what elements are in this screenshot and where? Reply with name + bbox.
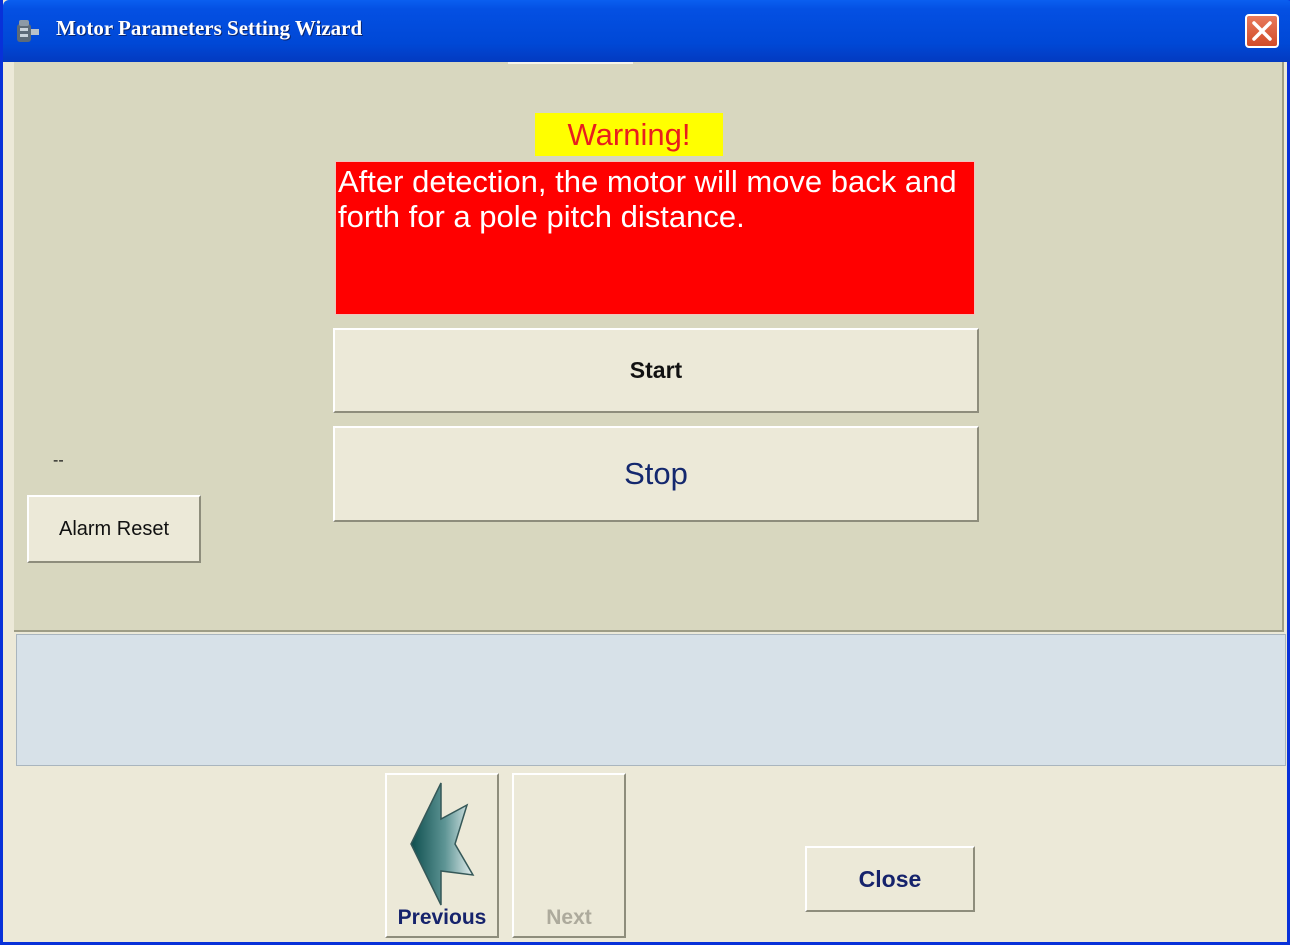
motor-app-icon [17,20,39,42]
next-button[interactable]: Next [512,773,626,938]
previous-label: Previous [397,906,487,929]
previous-button[interactable]: Previous [385,773,499,938]
close-button[interactable]: Close [805,846,975,912]
close-x-icon[interactable] [1245,14,1279,48]
title-bar[interactable]: Motor Parameters Setting Wizard [3,0,1290,62]
warning-title: Warning! [535,113,723,156]
start-button[interactable]: Start [333,328,979,413]
wizard-window: Motor Parameters Setting Wizard Warning!… [0,0,1290,945]
alarm-reset-button[interactable]: Alarm Reset [27,495,201,563]
warning-message: After detection, the motor will move bac… [335,161,975,315]
back-arrow-icon [410,782,475,906]
status-panel [16,634,1286,766]
window-title: Motor Parameters Setting Wizard [56,16,363,40]
stop-button[interactable]: Stop [333,426,979,522]
next-label: Next [546,906,592,929]
alarm-status-text: -- [53,452,64,469]
panel-notch [508,62,633,64]
